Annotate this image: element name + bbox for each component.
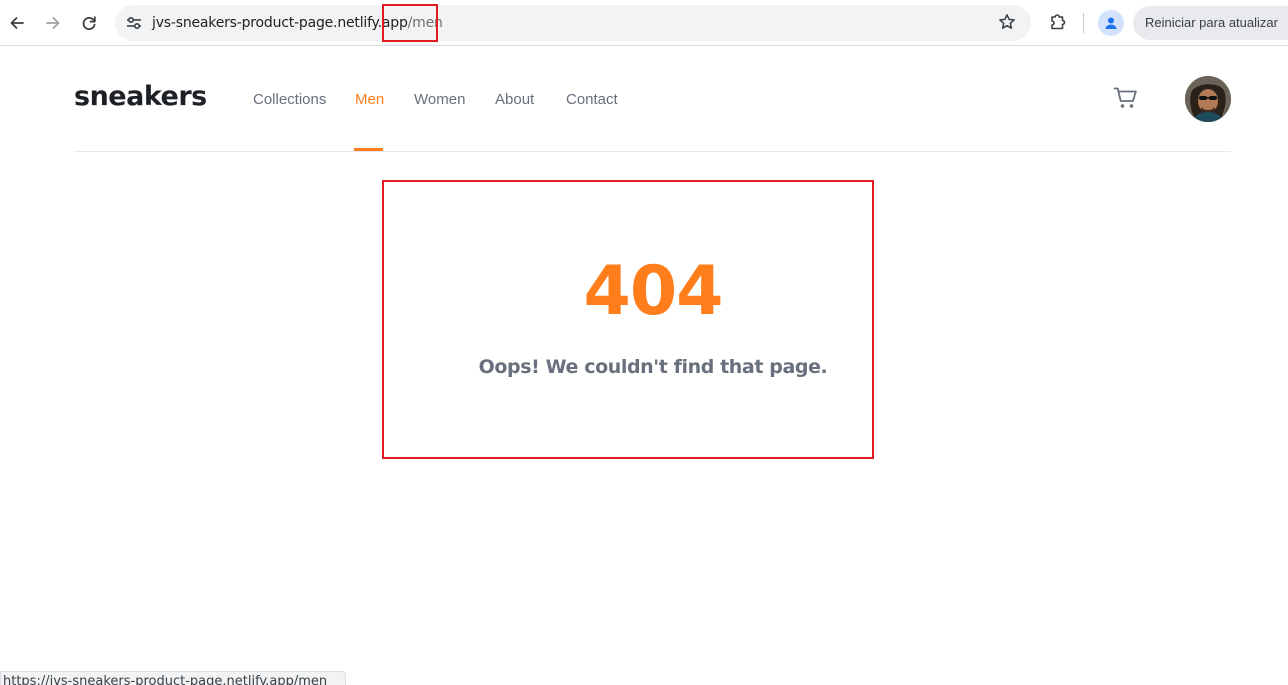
nav-item-collections[interactable]: Collections: [253, 91, 326, 108]
nav-item-contact[interactable]: Contact: [566, 91, 618, 108]
back-button[interactable]: [1, 7, 33, 39]
profile-button[interactable]: [1098, 10, 1124, 36]
error-message: Oops! We couldn't find that page.: [478, 356, 828, 378]
forward-button[interactable]: [37, 7, 69, 39]
link-status-bar: https://jvs-sneakers-product-page.netlif…: [0, 671, 346, 685]
address-bar[interactable]: jvs-sneakers-product-page.netlify.app/me…: [115, 5, 1031, 41]
star-icon: [999, 14, 1015, 29]
bookmark-button[interactable]: [997, 12, 1017, 32]
url-host: jvs-sneakers-product-page.netlify.app: [152, 15, 408, 31]
user-avatar[interactable]: [1185, 76, 1231, 122]
nav-item-men[interactable]: Men: [355, 91, 384, 108]
nav-item-women[interactable]: Women: [414, 91, 465, 108]
extensions-button[interactable]: [1046, 10, 1070, 34]
reload-button[interactable]: [73, 7, 105, 39]
site-info-button[interactable]: [123, 12, 145, 34]
restart-to-update-button[interactable]: Reiniciar para atualizar: [1133, 6, 1288, 40]
reload-icon: [82, 16, 96, 31]
url-text: jvs-sneakers-product-page.netlify.app/me…: [152, 15, 443, 31]
cart-button[interactable]: [1113, 86, 1139, 110]
toolbar-divider: [1083, 13, 1084, 33]
arrow-right-icon: [46, 17, 60, 29]
cart-icon: [1113, 87, 1137, 108]
puzzle-icon: [1051, 14, 1066, 30]
error-code: 404: [583, 252, 724, 331]
header-divider: [74, 151, 1231, 152]
site-logo[interactable]: sneakers: [74, 81, 207, 112]
tune-icon: [127, 16, 141, 30]
arrow-left-icon: [10, 17, 24, 29]
url-path: /men: [407, 15, 443, 31]
nav-item-about[interactable]: About: [495, 91, 534, 108]
browser-toolbar: jvs-sneakers-product-page.netlify.app/me…: [0, 0, 1288, 46]
avatar-image: [1185, 76, 1231, 122]
person-icon: [1105, 17, 1117, 29]
